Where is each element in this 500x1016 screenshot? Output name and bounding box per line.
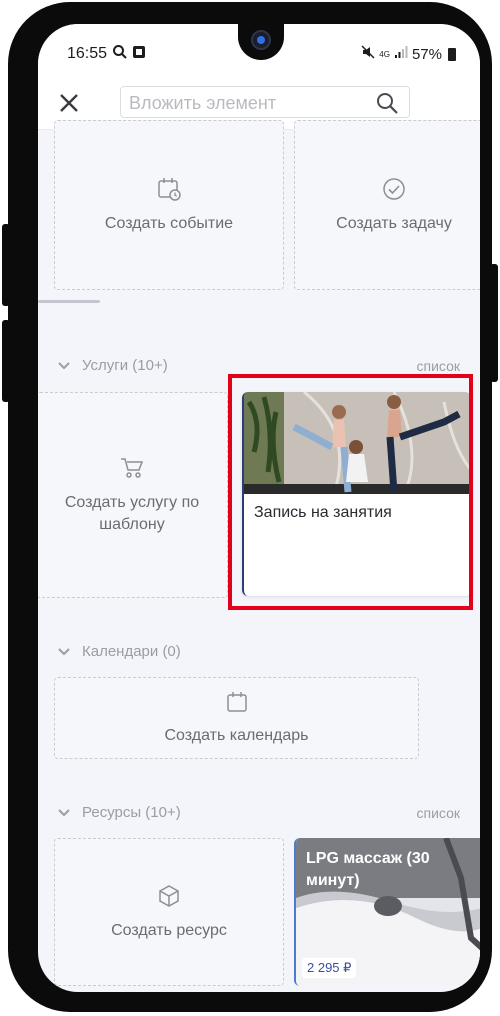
create-task-card[interactable]: Создать задачу (294, 120, 480, 290)
create-task-label: Создать задачу (336, 214, 452, 232)
create-service-card[interactable]: Создать услугу по шаблону (38, 392, 228, 598)
check-circle-icon (381, 176, 407, 209)
volume-button (2, 224, 10, 306)
create-resource-card[interactable]: Создать ресурс (54, 838, 284, 986)
service-image (244, 392, 471, 494)
phone-frame: 16:55 4G 57% Вложить элемент Создать соб… (2, 2, 498, 1012)
content: Создать событие Создать задачу Услуги (1… (38, 120, 480, 992)
resources-list-link[interactable]: список (417, 805, 460, 821)
battery-percent: 57% (411, 46, 442, 63)
create-event-label: Создать событие (104, 214, 234, 232)
chevron-down-icon (58, 357, 70, 374)
resources-header-label: Ресурсы (10+) (82, 803, 181, 821)
calendars-header-label: Календари (0) (82, 642, 181, 660)
service-card-title: Запись на занятия (254, 504, 392, 521)
mute-icon (361, 45, 375, 64)
screen: 16:55 4G 57% Вложить элемент Создать соб… (38, 24, 480, 992)
search-icon[interactable] (375, 91, 399, 120)
network-type: 4G (379, 49, 390, 59)
signal-icon (394, 45, 408, 64)
status-indicators: 4G 57% (361, 45, 456, 64)
search-input[interactable] (129, 91, 359, 115)
services-header-label: Услуги (10+) (82, 356, 168, 374)
status-time: 16:55 (67, 45, 108, 62)
resource-card[interactable]: LPG массаж (30 минут) 2 295 ₽ (294, 838, 480, 986)
camera-icon (251, 30, 271, 50)
create-service-label: Создать услугу по шаблону (64, 493, 200, 533)
volume-button (2, 320, 10, 402)
calendars-section-header[interactable]: Календари (0) (58, 640, 181, 662)
create-resource-label: Создать ресурс (111, 921, 227, 939)
close-icon[interactable] (58, 92, 80, 114)
chevron-down-icon (58, 804, 70, 821)
price-badge: 2 295 ₽ (302, 958, 357, 978)
create-calendar-card[interactable]: Создать календарь (54, 677, 419, 759)
notification-icon (132, 45, 146, 64)
services-list-link[interactable]: список (417, 358, 460, 374)
services-section-header[interactable]: Услуги (10+) (58, 354, 168, 376)
search-status-icon (112, 44, 128, 65)
resource-card-title: LPG массаж (30 минут) (306, 850, 430, 889)
cube-icon (156, 883, 182, 916)
horizontal-scrollbar[interactable] (38, 300, 100, 303)
create-event-card[interactable]: Создать событие (54, 120, 284, 290)
battery-icon (448, 48, 456, 61)
calendar-clock-icon (156, 176, 182, 209)
search-box (120, 86, 410, 118)
resources-section-header[interactable]: Ресурсы (10+) (58, 801, 181, 823)
power-button (490, 264, 498, 382)
service-card[interactable]: Запись на занятия (242, 392, 471, 596)
cart-icon (119, 455, 145, 488)
chevron-down-icon (58, 643, 70, 660)
calendar-icon (225, 690, 249, 721)
create-calendar-label: Создать календарь (164, 726, 309, 744)
